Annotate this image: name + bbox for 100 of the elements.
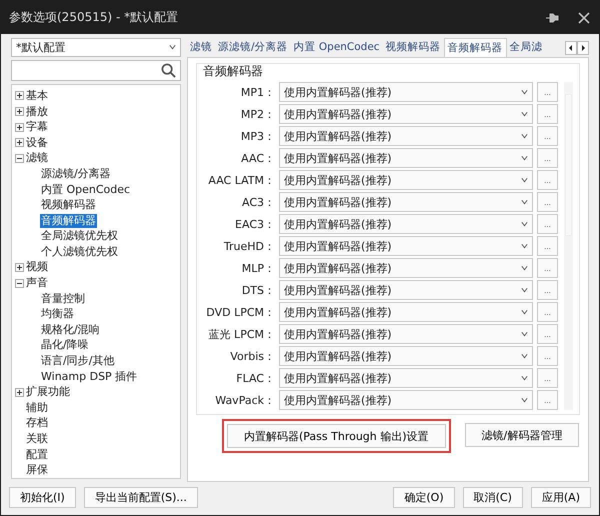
more-button[interactable]: ... bbox=[537, 280, 558, 300]
field-label: MP2： bbox=[240, 106, 275, 122]
field-label: MP3： bbox=[240, 128, 275, 144]
chevron-down-icon bbox=[521, 177, 528, 184]
tree-item[interactable]: 存档 bbox=[25, 416, 49, 430]
settings-button[interactable]: 内置解码器(Pass Through 输出)设置 bbox=[227, 424, 446, 448]
more-button[interactable]: ... bbox=[537, 192, 558, 212]
more-button[interactable]: ... bbox=[537, 148, 558, 168]
decoder-dropdown[interactable]: 使用内置解码器(推荐) bbox=[279, 258, 533, 278]
chevron-down-icon bbox=[521, 287, 528, 294]
expand-icon[interactable] bbox=[15, 91, 24, 100]
tree-item[interactable]: 视频解码器 bbox=[40, 198, 97, 212]
field-label: WavPack： bbox=[214, 392, 275, 408]
tree-item[interactable]: 关联 bbox=[25, 432, 49, 446]
decoder-dropdown[interactable]: 使用内置解码器(推荐) bbox=[279, 324, 533, 344]
expand-icon[interactable] bbox=[15, 262, 24, 272]
field-label: DVD LPCM： bbox=[205, 304, 275, 320]
tree-item[interactable]: 均衡器 bbox=[40, 307, 75, 322]
decoder-dropdown[interactable]: 使用内置解码器(推荐) bbox=[279, 280, 533, 300]
collapse-icon[interactable] bbox=[15, 154, 24, 163]
scroll-right-icon[interactable] bbox=[577, 40, 589, 54]
decoder-dropdown[interactable]: 使用内置解码器(推荐) bbox=[279, 346, 533, 366]
decoder-dropdown[interactable]: 使用内置解码器(推荐) bbox=[279, 126, 533, 146]
more-button[interactable]: ... bbox=[537, 302, 558, 322]
tree-item[interactable]: 配置 bbox=[25, 448, 49, 462]
group-title: 音频解码器 bbox=[203, 63, 264, 80]
chevron-down-icon bbox=[169, 44, 176, 50]
tree-item[interactable]: 播放 bbox=[25, 104, 49, 119]
more-button[interactable]: ... bbox=[537, 368, 558, 388]
decoder-dropdown[interactable]: 使用内置解码器(推荐) bbox=[279, 214, 533, 234]
tree-item[interactable]: Winamp DSP 插件 bbox=[40, 370, 138, 384]
more-button[interactable]: ... bbox=[537, 170, 558, 190]
decoder-dropdown[interactable]: 使用内置解码器(推荐) bbox=[279, 192, 533, 212]
tree-item[interactable]: 音频解码器 bbox=[40, 214, 97, 228]
tab[interactable]: 视频解码器 bbox=[382, 38, 444, 56]
tree-item[interactable]: 视频 bbox=[25, 260, 49, 274]
tree-item[interactable]: 内置 OpenCodec bbox=[40, 182, 132, 197]
more-button[interactable]: ... bbox=[537, 324, 558, 344]
expand-icon[interactable] bbox=[15, 107, 24, 116]
footer-button[interactable]: 取消(C) bbox=[462, 486, 523, 508]
decoder-dropdown[interactable]: 使用内置解码器(推荐) bbox=[279, 390, 533, 410]
window-title: 参数选项(250515) - *默认配置 bbox=[9, 9, 178, 26]
close-icon[interactable] bbox=[577, 10, 591, 24]
tree-item[interactable]: 辅助 bbox=[25, 400, 49, 415]
expand-icon[interactable] bbox=[15, 388, 24, 397]
more-button[interactable]: ... bbox=[537, 126, 558, 146]
tree-item[interactable]: 设备 bbox=[25, 136, 49, 150]
tree-item[interactable]: 语言/同步/其他 bbox=[40, 354, 116, 368]
more-button[interactable]: ... bbox=[537, 82, 558, 102]
chevron-down-icon bbox=[521, 199, 528, 206]
tree-item[interactable]: 声音 bbox=[25, 276, 49, 290]
more-button[interactable]: ... bbox=[537, 346, 558, 366]
scroll-left-icon[interactable] bbox=[565, 40, 577, 54]
tab[interactable]: 源滤镜/分离器 bbox=[215, 38, 291, 56]
footer-button[interactable]: 确定(O) bbox=[393, 486, 455, 508]
tree-item[interactable]: 源滤镜/分离器 bbox=[40, 166, 112, 181]
more-button[interactable]: ... bbox=[537, 214, 558, 234]
footer-button[interactable]: 初始化(I) bbox=[9, 486, 76, 508]
search-icon[interactable] bbox=[161, 62, 176, 78]
decoder-dropdown[interactable]: 使用内置解码器(推荐) bbox=[279, 82, 533, 102]
field-label: EAC3： bbox=[234, 216, 275, 232]
decoder-dropdown[interactable]: 使用内置解码器(推荐) bbox=[279, 148, 533, 168]
tab[interactable]: 内置 OpenCodec bbox=[290, 38, 383, 56]
chevron-down-icon bbox=[521, 331, 528, 338]
tab[interactable]: 滤镜 bbox=[187, 38, 215, 56]
tree-item[interactable]: 音量控制 bbox=[40, 292, 86, 306]
expand-icon[interactable] bbox=[15, 122, 24, 132]
decoder-dropdown[interactable]: 使用内置解码器(推荐) bbox=[279, 104, 533, 124]
pin-icon[interactable] bbox=[545, 10, 559, 24]
tab[interactable]: 音频解码器 bbox=[444, 38, 507, 57]
tree-item[interactable]: 全局滤镜优先权 bbox=[40, 229, 119, 244]
more-button[interactable]: ... bbox=[537, 258, 558, 278]
search-field[interactable] bbox=[11, 60, 181, 82]
footer-button[interactable]: 应用(A) bbox=[530, 486, 591, 508]
tree-item[interactable]: 屏保 bbox=[25, 463, 49, 478]
field-label: FLAC： bbox=[235, 370, 275, 386]
decoder-dropdown[interactable]: 使用内置解码器(推荐) bbox=[279, 170, 533, 190]
tree-item[interactable]: 字幕 bbox=[25, 120, 49, 134]
tab[interactable]: 全局滤 bbox=[506, 38, 546, 56]
tree-item[interactable]: 晶化/降噪 bbox=[40, 338, 90, 352]
tree-item[interactable]: 基本 bbox=[25, 88, 49, 103]
tree-item[interactable]: 扩展功能 bbox=[25, 385, 71, 400]
tree-item[interactable]: 个人滤镜优先权 bbox=[40, 244, 119, 259]
settings-button[interactable]: 滤镜/解码器管理 bbox=[464, 423, 580, 448]
chevron-down-icon bbox=[521, 89, 528, 96]
tree-item[interactable]: 滤镜 bbox=[25, 151, 49, 166]
decoder-dropdown[interactable]: 使用内置解码器(推荐) bbox=[279, 236, 533, 256]
collapse-icon[interactable] bbox=[15, 278, 24, 288]
footer-button[interactable]: 导出当前配置(S)... bbox=[84, 486, 198, 508]
chevron-down-icon bbox=[521, 397, 528, 404]
more-button[interactable]: ... bbox=[537, 104, 558, 124]
profile-dropdown[interactable]: *默认配置 bbox=[11, 38, 181, 57]
field-label: AAC LATM： bbox=[207, 172, 275, 188]
decoder-dropdown[interactable]: 使用内置解码器(推荐) bbox=[279, 368, 533, 388]
expand-icon[interactable] bbox=[15, 138, 24, 148]
decoder-dropdown[interactable]: 使用内置解码器(推荐) bbox=[279, 302, 533, 322]
more-button[interactable]: ... bbox=[537, 390, 558, 410]
chevron-down-icon bbox=[521, 155, 528, 162]
more-button[interactable]: ... bbox=[537, 236, 558, 256]
tree-item[interactable]: 规格化/混响 bbox=[40, 322, 101, 337]
